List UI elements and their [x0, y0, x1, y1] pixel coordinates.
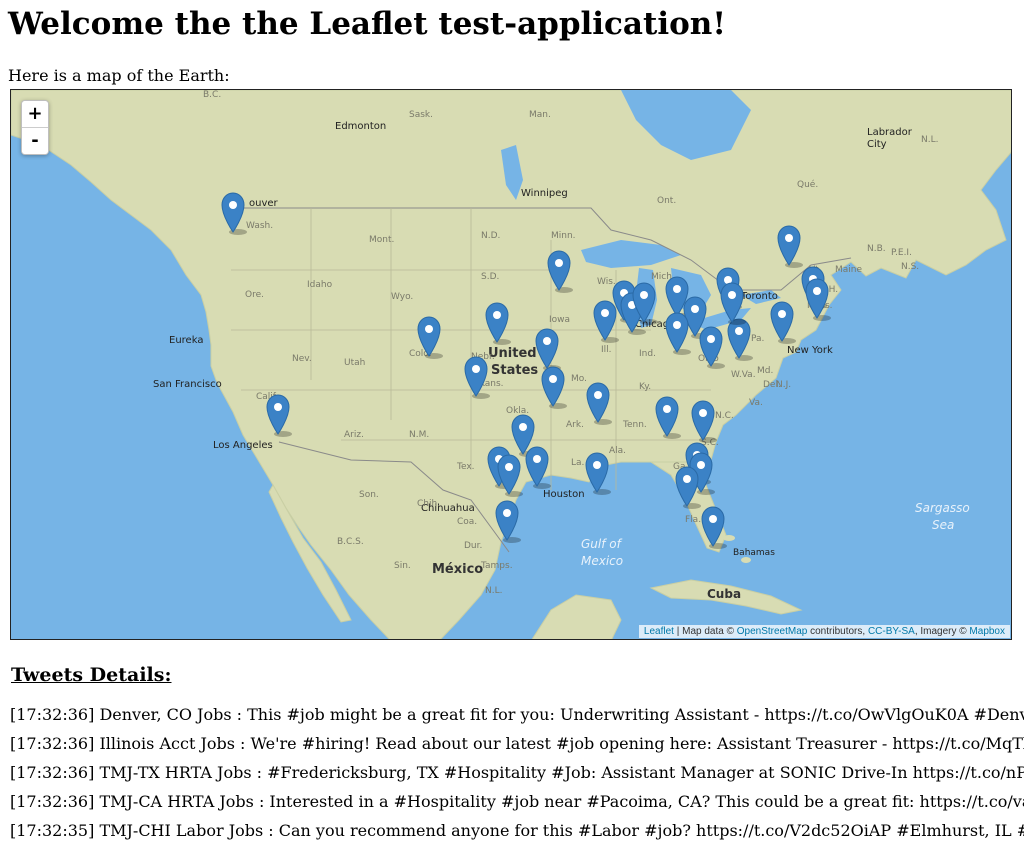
map-marker[interactable] [675, 466, 701, 509]
map-marker[interactable] [777, 225, 803, 268]
mapbox-link[interactable]: Mapbox [969, 626, 1005, 637]
tweet-text: TMJ-CHI Labor Jobs : Can you recommend a… [99, 821, 1024, 840]
map-marker[interactable] [417, 316, 443, 359]
tweet-time: [17:32:36] [10, 734, 95, 753]
attribution-contrib: contributors, [807, 626, 868, 637]
zoom-out-button[interactable]: - [22, 127, 48, 154]
map-marker[interactable] [805, 278, 831, 321]
page-title: Welcome the the Leaflet test-application… [8, 6, 726, 42]
tweet-item: [17:32:36] Illinois Acct Jobs : We're #hi… [10, 733, 1024, 762]
map-marker[interactable] [691, 400, 717, 443]
attribution-sep: | Map data © [673, 626, 737, 637]
map-marker[interactable] [593, 300, 619, 343]
map-marker[interactable] [720, 282, 746, 325]
zoom-control: + - [21, 100, 49, 155]
tweet-time: [17:32:35] [10, 821, 95, 840]
map-attribution: Leaflet | Map data © OpenStreetMap contr… [638, 625, 1010, 638]
map-marker[interactable] [585, 452, 611, 495]
map-marker[interactable] [497, 454, 523, 497]
leaflet-link[interactable]: Leaflet [644, 626, 674, 637]
tweet-text: TMJ-TX HRTA Jobs : #Fredericksburg, TX #… [99, 763, 1024, 782]
map-marker[interactable] [541, 366, 567, 409]
map-marker[interactable] [266, 394, 292, 437]
tweet-item: [17:32:35] TMJ-CHI Labor Jobs : Can you r… [10, 820, 1024, 849]
map-marker[interactable] [464, 356, 490, 399]
osm-link[interactable]: OpenStreetMap [737, 626, 808, 637]
map-marker[interactable] [485, 302, 511, 345]
tweet-item: [17:32:36] TMJ-TX HRTA Jobs : #Fredericks… [10, 762, 1024, 791]
tweet-text: Denver, CO Jobs : This #job might be a g… [99, 705, 1024, 724]
map-marker[interactable] [525, 446, 551, 489]
map-marker[interactable] [770, 301, 796, 344]
map-marker[interactable] [221, 192, 247, 235]
tweets-list: [17:32:36] Denver, CO Jobs : This #job mi… [10, 704, 1024, 849]
map-marker[interactable] [547, 250, 573, 293]
map-marker[interactable] [665, 312, 691, 355]
map-container[interactable]: Edmonton Winnipeg Labrador City Eureka S… [10, 89, 1012, 640]
map-marker[interactable] [495, 500, 521, 543]
tweet-time: [17:32:36] [10, 792, 95, 811]
license-link[interactable]: CC-BY-SA [868, 626, 915, 637]
tweet-text: TMJ-CA HRTA Jobs : Interested in a #Hosp… [99, 792, 1024, 811]
tweet-time: [17:32:36] [10, 763, 95, 782]
map-marker[interactable] [701, 506, 727, 549]
map-marker[interactable] [699, 326, 725, 369]
tweet-time: [17:32:36] [10, 705, 95, 724]
map-intro-text: Here is a map of the Earth: [8, 66, 230, 85]
marker-layer[interactable] [11, 90, 1012, 640]
zoom-in-button[interactable]: + [22, 101, 48, 127]
map-marker[interactable] [655, 396, 681, 439]
tweet-item: [17:32:36] TMJ-CA HRTA Jobs : Interested … [10, 791, 1024, 820]
map-marker[interactable] [727, 318, 753, 361]
tweet-item: [17:32:36] Denver, CO Jobs : This #job mi… [10, 704, 1024, 733]
tweet-text: Illinois Acct Jobs : We're #hiring! Read… [99, 734, 1024, 753]
map-marker[interactable] [586, 382, 612, 425]
attribution-imagery: , Imagery © [914, 626, 970, 637]
tweets-details-heading: Tweets Details: [11, 664, 172, 686]
map-marker[interactable] [535, 328, 561, 371]
